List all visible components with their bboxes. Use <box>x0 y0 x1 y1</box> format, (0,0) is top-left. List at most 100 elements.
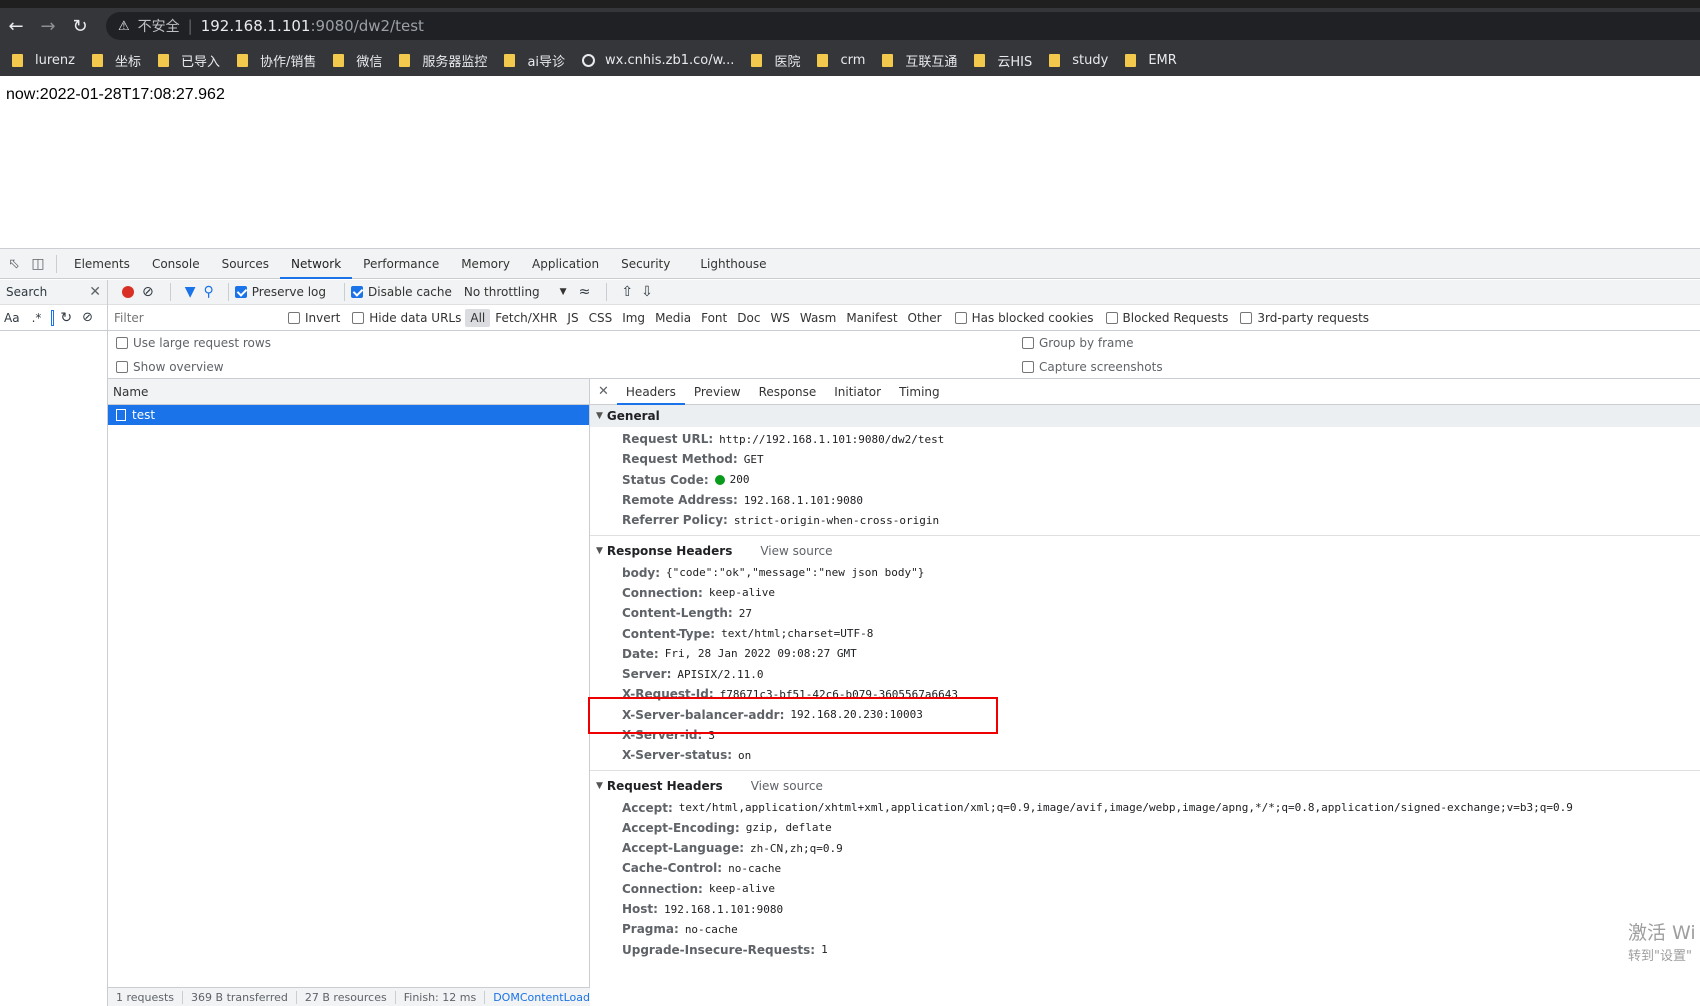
search-input[interactable] <box>51 309 55 326</box>
bookmark-item[interactable]: 坐标 <box>91 51 141 70</box>
bookmark-item[interactable]: lurenz <box>12 53 75 68</box>
network-panel: ⊘ ▼ ⚲ Preserve log Disable cache No thro… <box>108 280 1700 1006</box>
view-source-link[interactable]: View source <box>751 779 823 793</box>
highlight-annotation-box <box>588 697 998 734</box>
header-value: keep-alive <box>708 882 776 896</box>
import-har-icon[interactable]: ⇧ <box>621 284 633 300</box>
hide-data-urls-checkbox[interactable]: Hide data URLs <box>352 311 461 325</box>
header-row: Status Code: 200 <box>590 470 1700 490</box>
preserve-log-checkbox[interactable]: Preserve log <box>234 285 326 299</box>
filter-type-other[interactable]: Other <box>903 309 947 327</box>
bookmark-item[interactable]: 服务器监控 <box>399 51 487 70</box>
header-row: Server: APISIX/2.11.0 <box>590 664 1700 684</box>
header-value: zh-CN,zh;q=0.9 <box>750 841 843 855</box>
folder-icon <box>12 53 23 67</box>
device-toolbar-icon[interactable]: ◫ <box>26 252 50 276</box>
capture-screenshots-checkbox[interactable]: Capture screenshots <box>1022 360 1163 374</box>
name-column-header[interactable]: Name <box>108 379 589 405</box>
tab-performance[interactable]: Performance <box>352 249 450 279</box>
bookmarks-bar: lurenz 坐标 已导入 协作/销售 微信 服务器监控 ai导诊 wx.cnhis.zb1.… <box>0 44 1700 76</box>
bookmark-item[interactable]: study <box>1049 53 1108 68</box>
filter-type-css[interactable]: CSS <box>584 309 618 327</box>
third-party-checkbox[interactable]: 3rd-party requests <box>1240 311 1369 325</box>
search-header: Search ✕ <box>0 280 107 305</box>
network-conditions-icon[interactable]: ≈ <box>579 284 591 300</box>
bookmark-item[interactable]: 云HIS <box>974 51 1032 70</box>
disable-cache-checkbox[interactable]: Disable cache <box>351 285 452 299</box>
warning-icon: ⚠ <box>118 18 130 34</box>
request-headers-section-header[interactable]: ▼ Request Headers View source <box>590 775 1700 797</box>
devtools-tabs: Elements Console Sources Network Performance… <box>63 249 778 279</box>
filter-type-media[interactable]: Media <box>650 309 696 327</box>
filter-type-font[interactable]: Font <box>696 309 732 327</box>
tab-network[interactable]: Network <box>280 249 353 279</box>
back-arrow-icon[interactable]: ← <box>0 10 32 42</box>
regex-toggle[interactable]: .* <box>32 311 42 325</box>
tab-preview[interactable]: Preview <box>685 379 750 405</box>
tab-headers[interactable]: Headers <box>616 379 685 405</box>
search-icon[interactable]: ⚲ <box>204 284 214 300</box>
bookmark-item[interactable]: 协作/销售 <box>237 51 316 70</box>
close-icon[interactable]: ✕ <box>89 284 101 300</box>
match-case-toggle[interactable]: Aa <box>4 311 20 325</box>
bookmark-item[interactable]: wx.cnhis.zb1.co/w... <box>582 53 734 68</box>
forward-arrow-icon[interactable]: → <box>32 10 64 42</box>
bookmark-item[interactable]: EMR <box>1125 53 1177 68</box>
blocked-requests-checkbox[interactable]: Blocked Requests <box>1105 311 1228 325</box>
general-title: General <box>606 409 660 423</box>
tab-timing[interactable]: Timing <box>890 379 949 405</box>
tab-lighthouse[interactable]: Lighthouse <box>689 249 777 279</box>
filter-type-doc[interactable]: Doc <box>732 309 765 327</box>
bookmark-item[interactable]: 互联互通 <box>882 51 957 70</box>
request-list: Name test 1 requests 369 B transferred 27 … <box>108 379 590 1006</box>
view-source-link[interactable]: View source <box>760 544 832 558</box>
filter-type-fetch-xhr[interactable]: Fetch/XHR <box>490 309 562 327</box>
tab-memory[interactable]: Memory <box>450 249 521 279</box>
header-key: Upgrade-Insecure-Requests: <box>622 942 816 957</box>
bookmark-item[interactable]: 已导入 <box>158 51 220 70</box>
response-headers-section-header[interactable]: ▼ Response Headers View source <box>590 540 1700 562</box>
clear-icon[interactable]: ⊘ <box>82 310 93 325</box>
general-section-header[interactable]: ▼ General <box>590 405 1700 427</box>
tab-application[interactable]: Application <box>521 249 610 279</box>
large-rows-checkbox[interactable]: Use large request rows <box>116 336 271 350</box>
throttling-select[interactable]: No throttling ▼ <box>464 285 567 299</box>
bookmark-item[interactable]: 医院 <box>751 51 800 70</box>
close-icon[interactable]: ✕ <box>590 384 617 399</box>
tab-console[interactable]: Console <box>141 249 211 279</box>
filter-type-ws[interactable]: WS <box>765 309 794 327</box>
tab-elements[interactable]: Elements <box>63 249 141 279</box>
bookmark-item[interactable]: crm <box>817 53 865 68</box>
bookmark-item[interactable]: ai导诊 <box>504 51 565 70</box>
filter-type-img[interactable]: Img <box>617 309 650 327</box>
invert-checkbox[interactable]: Invert <box>288 311 340 325</box>
tab-sources[interactable]: Sources <box>211 249 280 279</box>
has-blocked-cookies-checkbox[interactable]: Has blocked cookies <box>954 311 1094 325</box>
reload-icon[interactable]: ↻ <box>64 10 96 42</box>
filter-input[interactable] <box>112 307 274 328</box>
tab-security[interactable]: Security <box>610 249 681 279</box>
clear-log-icon[interactable]: ⊘ <box>142 284 154 300</box>
filter-type-manifest[interactable]: Manifest <box>841 309 902 327</box>
capture-screenshots-label: Capture screenshots <box>1039 360 1163 374</box>
header-key: Accept: <box>622 800 673 815</box>
inspect-element-icon[interactable]: ⬁ <box>2 252 26 276</box>
network-toolbar: ⊘ ▼ ⚲ Preserve log Disable cache No thro… <box>108 280 1700 305</box>
omnibox[interactable]: ⚠ 不安全 | 192.168.1.101 :9080/dw2/test <box>106 12 1700 40</box>
export-har-icon[interactable]: ⇩ <box>641 284 653 300</box>
show-overview-checkbox[interactable]: Show overview <box>116 360 224 374</box>
tab-response[interactable]: Response <box>750 379 826 405</box>
group-by-frame-checkbox[interactable]: Group by frame <box>1022 336 1133 350</box>
tab-initiator[interactable]: Initiator <box>825 379 890 405</box>
filter-type-wasm[interactable]: Wasm <box>795 309 841 327</box>
filter-type-all[interactable]: All <box>465 308 491 327</box>
bookmark-label: 协作/销售 <box>260 54 317 70</box>
header-row: Date: Fri, 28 Jan 2022 09:08:27 GMT <box>590 644 1700 664</box>
filter-icon[interactable]: ▼ <box>185 284 196 300</box>
refresh-icon[interactable]: ↻ <box>60 310 72 326</box>
search-options: Aa .* ↻ ⊘ <box>0 305 107 331</box>
filter-type-js[interactable]: JS <box>562 309 583 327</box>
request-row[interactable]: test <box>108 405 589 425</box>
bookmark-item[interactable]: 微信 <box>333 51 382 70</box>
record-button[interactable] <box>122 286 134 298</box>
